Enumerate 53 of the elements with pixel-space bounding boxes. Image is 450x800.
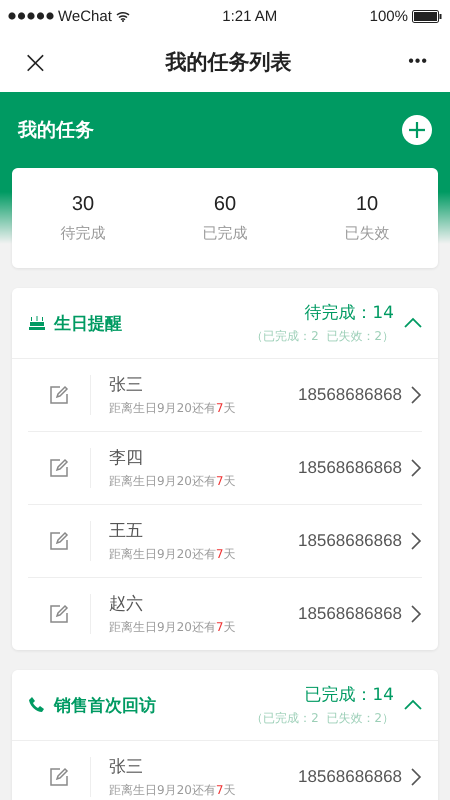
more-button[interactable]: •••	[408, 53, 428, 71]
stat-value: 60	[214, 193, 236, 216]
phone-number: 18568686868	[298, 767, 402, 787]
stat-value: 10	[356, 193, 378, 216]
edit-icon[interactable]	[49, 458, 69, 478]
collapse-button[interactable]	[404, 317, 422, 329]
stat-value: 30	[72, 193, 94, 216]
group-title: 生日提醒	[54, 312, 122, 334]
birthday-note: 距离生日9月20还有7天	[109, 400, 237, 417]
phone-number: 18568686868	[298, 531, 402, 551]
birthday-note: 距离生日9月20还有7天	[109, 619, 237, 636]
group-count: 待完成：14	[304, 302, 394, 324]
wifi-icon	[116, 10, 130, 22]
group-detail: （已完成：2 已失效：2）	[251, 328, 394, 345]
carrier-name: WeChat	[58, 8, 112, 24]
contact-name: 张三	[109, 374, 144, 396]
status-time: 1:21 AM	[222, 8, 278, 24]
edit-icon[interactable]	[49, 385, 69, 405]
cake-icon	[28, 315, 46, 331]
group-count: 已完成：14	[304, 684, 394, 706]
phone-number: 18568686868	[298, 458, 402, 478]
plus-icon[interactable]	[408, 121, 426, 139]
add-button[interactable]	[402, 115, 432, 145]
birthday-note: 距离生日9月20还有7天	[109, 782, 237, 799]
contact-name: 李四	[109, 447, 144, 469]
chevron-right-icon[interactable]	[410, 767, 422, 787]
battery-percent: 100%	[370, 8, 408, 24]
phone-number: 18568686868	[298, 385, 402, 405]
chevron-right-icon[interactable]	[410, 458, 422, 478]
close-button[interactable]: ×	[22, 43, 49, 81]
group-title: 销售首次回访	[54, 694, 156, 716]
stat-label: 已完成	[202, 224, 248, 243]
birthday-note: 距离生日9月20还有7天	[109, 546, 237, 563]
contact-name: 王五	[109, 520, 144, 542]
chevron-right-icon[interactable]	[410, 531, 422, 551]
stat-label: 待完成	[60, 224, 106, 243]
edit-icon[interactable]	[49, 767, 69, 787]
phone-icon	[28, 696, 46, 714]
edit-icon[interactable]	[49, 531, 69, 551]
chevron-right-icon[interactable]	[410, 604, 422, 624]
group-detail: （已完成：2 已失效：2）	[251, 710, 394, 727]
signal-icon	[8, 12, 54, 20]
contact-name: 张三	[109, 756, 144, 778]
stat-label: 已失效	[344, 224, 390, 243]
section-title: 我的任务	[18, 118, 94, 143]
birthday-note: 距离生日9月20还有7天	[109, 473, 237, 490]
phone-number: 18568686868	[298, 604, 402, 624]
page-title: 我的任务列表	[166, 49, 292, 76]
edit-icon[interactable]	[49, 604, 69, 624]
contact-name: 赵六	[109, 593, 144, 615]
battery-icon	[412, 10, 442, 22]
chevron-right-icon[interactable]	[410, 385, 422, 405]
collapse-button[interactable]	[404, 699, 422, 711]
